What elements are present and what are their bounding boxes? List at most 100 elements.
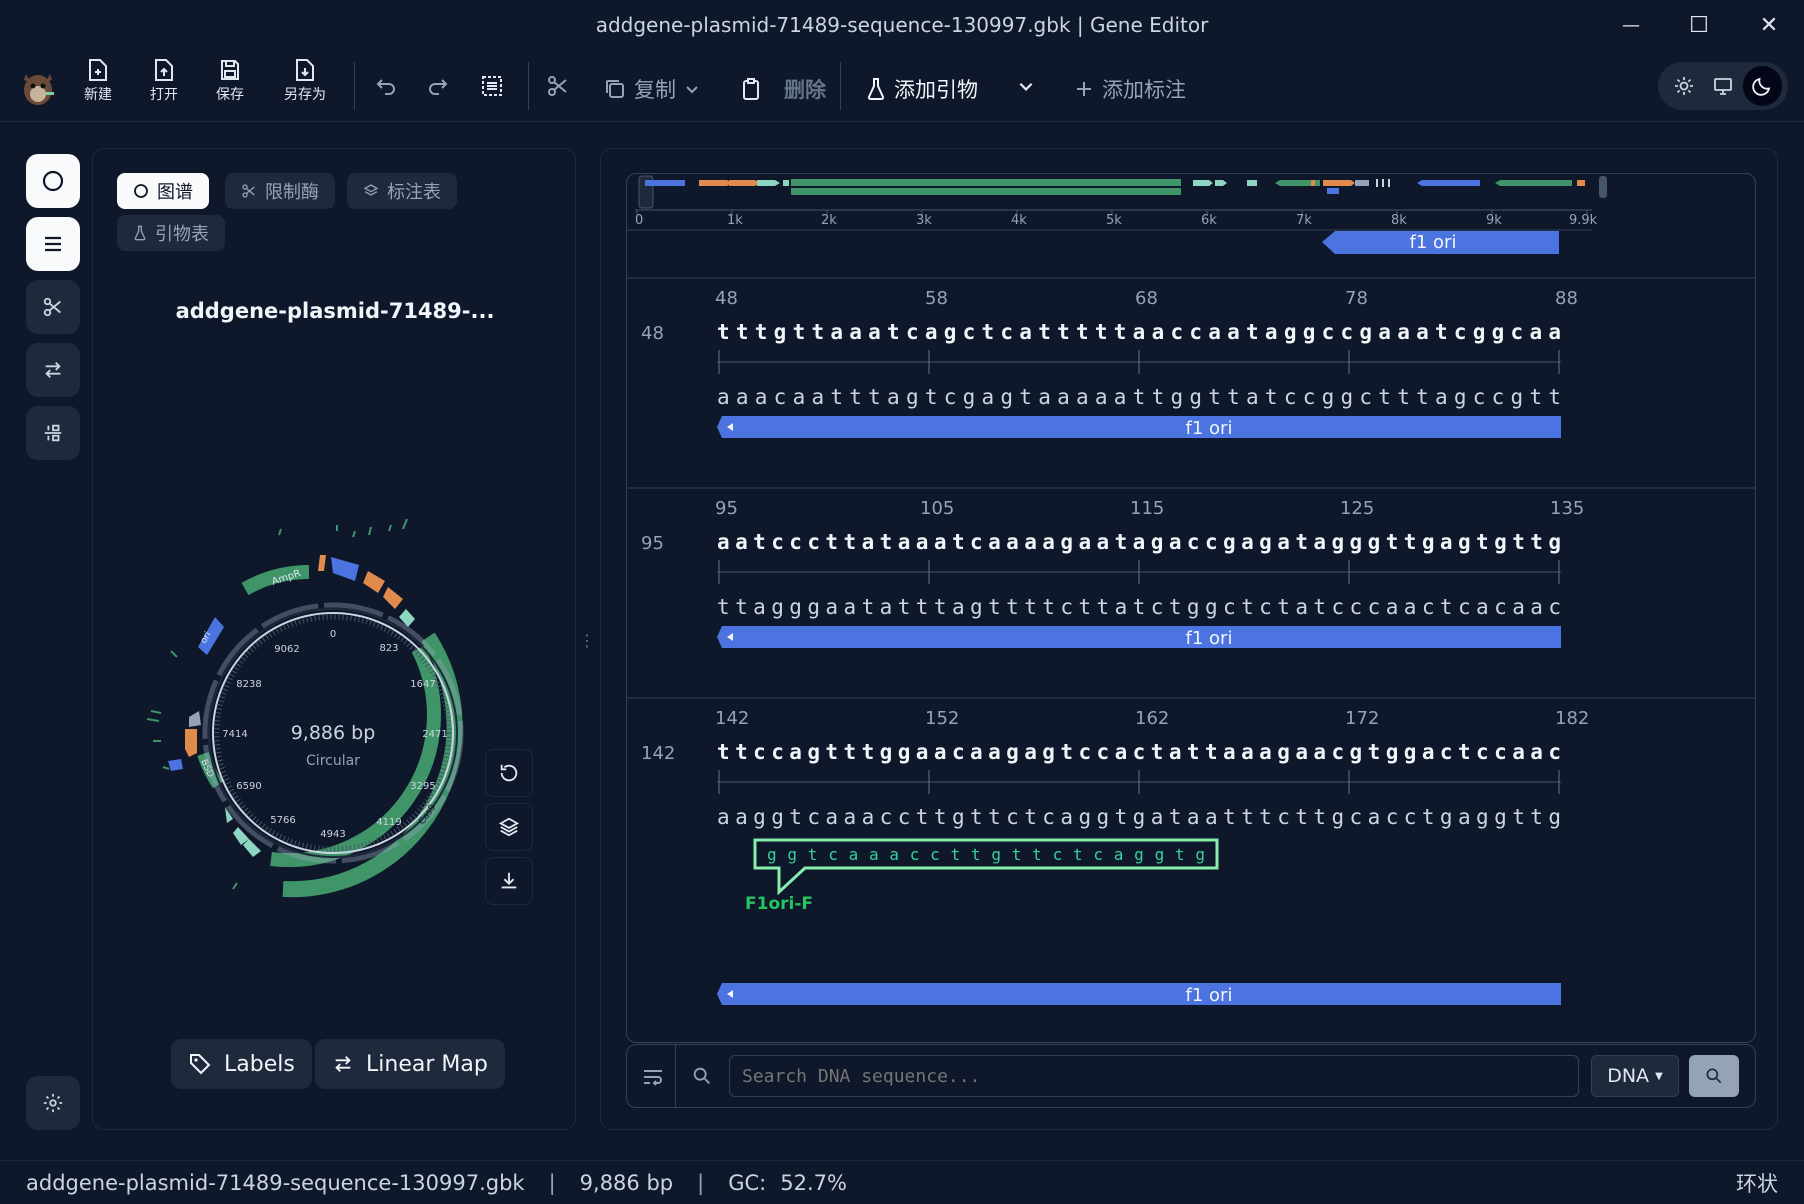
rail-align[interactable] <box>26 406 80 460</box>
svg-text:152: 152 <box>925 708 959 729</box>
new-button[interactable]: 新建 <box>78 58 118 104</box>
clipboard-icon <box>743 78 759 100</box>
scissors-icon <box>548 76 567 96</box>
plasmid-map-panel: 图谱 限制酶 标注表 引物表 addgene-plasmid-71489-...… <box>92 148 576 1130</box>
toolbar-divider <box>840 62 841 110</box>
primer-f1ori-f[interactable]: ggtcaaaccttgttctcaggtg F1ori-F <box>745 838 1219 914</box>
sequence-row[interactable]: 142 152 162 172 182 142 ttccagtttggaacaa… <box>641 708 1589 1006</box>
svg-text:5k: 5k <box>1106 213 1122 228</box>
svg-text:7k: 7k <box>1296 213 1312 228</box>
rotate-icon <box>500 764 518 782</box>
moon-icon <box>1752 77 1771 96</box>
layers-button[interactable] <box>485 803 533 851</box>
svg-text:142: 142 <box>641 743 675 764</box>
copy-icon <box>606 80 624 98</box>
svg-text:182: 182 <box>1555 708 1589 729</box>
search-icon <box>1706 1068 1722 1084</box>
select-all-icon <box>482 76 502 96</box>
system-theme-button[interactable] <box>1703 66 1742 106</box>
primer-dropdown-button[interactable] <box>1008 64 1044 108</box>
toolbar-divider <box>528 62 529 110</box>
svg-text:2k: 2k <box>821 213 837 228</box>
redo-icon <box>429 79 448 95</box>
svg-text:3295: 3295 <box>410 781 435 792</box>
rail-settings[interactable] <box>26 1076 80 1130</box>
rail-enzymes[interactable] <box>26 280 80 334</box>
rail-sequence-view[interactable] <box>26 217 80 271</box>
maximize-button[interactable]: ☐ <box>1664 0 1734 50</box>
select-all-button[interactable] <box>474 64 510 108</box>
delete-button[interactable]: 删除 <box>740 74 826 104</box>
panel-resize-handle[interactable]: ⋮ <box>579 620 595 660</box>
title-bar: addgene-plasmid-71489-sequence-130997.gb… <box>0 0 1804 50</box>
status-gc-value: 52.7% <box>780 1170 847 1195</box>
rail-swap[interactable] <box>26 343 80 397</box>
save-button[interactable]: 保存 <box>210 58 250 104</box>
redo-button[interactable] <box>420 64 456 108</box>
chevron-down-icon <box>1019 82 1033 91</box>
map-topology: Circular <box>306 753 360 769</box>
save-as-button[interactable]: 另存为 <box>280 58 330 104</box>
svg-text:8k: 8k <box>1391 213 1407 228</box>
linear-overview[interactable]: 0 1k 2k 3k 4k 5k 6k 7k 8k 9k 9.9k <box>627 175 1607 231</box>
undo-button[interactable] <box>368 64 404 108</box>
svg-text:115: 115 <box>1130 498 1164 519</box>
svg-text:48: 48 <box>641 323 664 344</box>
gear-icon <box>43 1093 63 1113</box>
sequence-type-select[interactable]: DNA ▼ <box>1591 1055 1679 1097</box>
circle-icon <box>42 170 64 192</box>
add-annotation-button[interactable]: 添加标注 <box>1074 74 1186 104</box>
svg-text:9062: 9062 <box>274 644 299 655</box>
search-bar: DNA ▼ <box>626 1044 1756 1108</box>
sequence-row[interactable]: 48 58 68 78 88 48 tttgttaaatcagctcattttt… <box>641 288 1578 439</box>
rotate-button[interactable] <box>485 749 533 797</box>
open-button[interactable]: 打开 <box>144 58 184 104</box>
toolbar: 新建 打开 保存 另存为 复制 删除 添加引物 添加标注 <box>0 50 1804 122</box>
close-button[interactable]: ✕ <box>1734 0 1804 50</box>
rail-map-view[interactable] <box>26 154 80 208</box>
svg-text:78: 78 <box>1345 288 1368 309</box>
layers-icon <box>498 817 520 837</box>
sequence-row[interactable]: 95 105 115 125 135 95 aatcccttataaatcaaa… <box>641 498 1584 649</box>
dark-theme-button[interactable] <box>1742 66 1782 106</box>
wrap-toggle[interactable] <box>641 1065 665 1093</box>
save-icon <box>221 60 239 80</box>
svg-text:125: 125 <box>1340 498 1374 519</box>
window-title: addgene-plasmid-71489-sequence-130997.gb… <box>595 13 1209 37</box>
tab-primers[interactable]: 引物表 <box>117 215 225 251</box>
wrap-text-icon <box>644 1070 662 1086</box>
forward-strand: ttccagtttggaacaagagtccactattaaagaacgtgga… <box>717 740 1561 764</box>
svg-text:1k: 1k <box>727 213 743 228</box>
tab-annotations[interactable]: 标注表 <box>347 173 457 209</box>
copy-button[interactable]: 复制 <box>604 74 700 104</box>
flask-icon <box>134 225 146 241</box>
minimize-button[interactable]: — <box>1596 0 1666 50</box>
status-bar: addgene-plasmid-71489-sequence-130997.gb… <box>0 1160 1804 1204</box>
search-button[interactable] <box>1689 1055 1739 1097</box>
light-theme-button[interactable] <box>1664 66 1703 106</box>
sequence-viewer[interactable]: 0 1k 2k 3k 4k 5k 6k 7k 8k 9k 9.9k f1 ori <box>626 173 1756 1043</box>
svg-text:0: 0 <box>330 629 336 640</box>
linear-map-button[interactable]: Linear Map <box>315 1039 505 1089</box>
svg-text:823: 823 <box>379 643 398 654</box>
tab-map[interactable]: 图谱 <box>117 173 209 209</box>
search-input[interactable] <box>729 1055 1579 1097</box>
forward-strand: aatcccttataaatcaaaagaatagaccgagatagggttg… <box>717 530 1561 554</box>
circular-map: AmpR ori BSD 0 823 1647 2471 3295 4119 4… <box>146 518 464 898</box>
scissors-icon <box>43 297 61 317</box>
svg-text:68: 68 <box>1135 288 1158 309</box>
svg-text:7414: 7414 <box>222 729 247 740</box>
tag-icon <box>190 1054 211 1075</box>
scissors-icon <box>242 184 255 198</box>
tab-enzymes[interactable]: 限制酶 <box>225 173 335 209</box>
svg-text:f1 ori: f1 ori <box>1186 985 1233 1006</box>
reverse-strand: aaacaatttagtcgagtaaaaattggttatccggctttag… <box>717 385 1561 409</box>
cut-button[interactable] <box>540 64 576 108</box>
svg-text:f1 ori: f1 ori <box>1186 628 1233 649</box>
svg-text:135: 135 <box>1550 498 1584 519</box>
add-primer-button[interactable]: 添加引物 <box>866 74 978 104</box>
forward-strand: tttgttaaatcagctcatttttaaccaataggccgaaatc… <box>717 320 1561 344</box>
labels-button[interactable]: Labels <box>171 1039 312 1089</box>
svg-text:0: 0 <box>635 213 643 228</box>
download-button[interactable] <box>485 857 533 905</box>
